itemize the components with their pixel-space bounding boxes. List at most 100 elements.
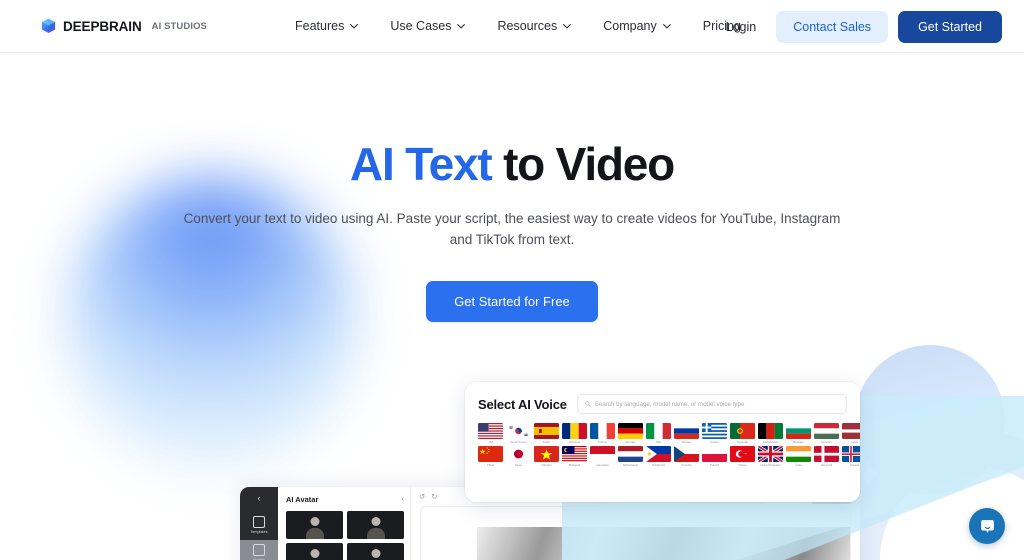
flag-option[interactable]: Iceland: [842, 446, 860, 466]
nav-item-company[interactable]: Company: [587, 13, 687, 39]
flag-label: Latvia: [850, 440, 859, 444]
intercom-launcher-button[interactable]: [969, 508, 1005, 544]
canvas-preview-image: [477, 527, 850, 560]
contact-sales-button[interactable]: Contact Sales: [776, 10, 889, 43]
ai-avatar-title: AI Avatar: [286, 495, 319, 504]
get-started-button[interactable]: Get Started: [898, 10, 1002, 43]
flag-option[interactable]: Philippines: [646, 446, 671, 466]
nav-item-use-cases[interactable]: Use Cases: [374, 13, 481, 39]
voice-panel-title: Select AI Voice: [478, 396, 567, 412]
page-title-rest: to Video: [491, 138, 675, 190]
redo-icon[interactable]: ↻: [431, 492, 437, 501]
flag-option[interactable]: Latvia: [842, 423, 860, 443]
flag-option[interactable]: Denmark: [814, 446, 839, 466]
page-title-highlight: AI Text: [349, 138, 493, 190]
flag-icon: [646, 423, 671, 439]
flag-option[interactable]: Indonesia: [590, 446, 615, 466]
chevron-left-icon[interactable]: ‹: [258, 493, 261, 503]
avatar-thumbnail[interactable]: [286, 543, 343, 560]
brand-suffix: AI STUDIOS: [151, 20, 207, 32]
avatar-thumbnail[interactable]: [286, 511, 343, 539]
flag-option[interactable]: Hungary: [814, 423, 839, 443]
flag-label: Malaysia: [568, 463, 581, 467]
flag-label: Italy: [655, 440, 662, 444]
nav-item-features[interactable]: Features: [279, 13, 374, 39]
models-icon: [253, 544, 265, 556]
flag-label: China: [486, 463, 495, 467]
flag-icon: [618, 423, 643, 439]
flag-option[interactable]: Japan: [506, 446, 531, 466]
flag-icon: [842, 423, 860, 439]
flag-option[interactable]: India: [786, 446, 811, 466]
undo-icon[interactable]: ↺: [419, 492, 425, 501]
flag-option[interactable]: Turkey: [730, 446, 755, 466]
flag-icon: [758, 423, 783, 439]
flag-option[interactable]: Romania: [562, 423, 587, 443]
nav-item-resources[interactable]: Resources: [481, 13, 587, 39]
brand-logo[interactable]: DEEPBRAIN AI STUDIOS: [41, 18, 207, 34]
flag-label: Vietnam: [541, 463, 552, 467]
flag-option[interactable]: Germany: [618, 423, 643, 443]
flag-label: Iceland: [849, 463, 860, 467]
flag-option[interactable]: Afghanistan: [758, 423, 783, 443]
top-navigation-bar: DEEPBRAIN AI STUDIOS Features Use Cases …: [0, 0, 1024, 53]
flag-icon: [730, 423, 755, 439]
flag-option[interactable]: Portugal: [730, 423, 755, 443]
chevron-down-icon: [662, 23, 671, 29]
flag-label: Spain: [542, 440, 551, 444]
flag-icon: [478, 446, 503, 463]
avatar-thumbnail[interactable]: [347, 511, 404, 539]
flag-option[interactable]: Greece: [702, 423, 727, 443]
flag-label: Portugal: [737, 440, 748, 444]
flag-option[interactable]: South Korea: [506, 423, 531, 443]
nav-links: Features Use Cases Resources Company Pri…: [279, 13, 757, 39]
flag-option[interactable]: USA: [478, 423, 503, 443]
flag-option[interactable]: Bulgaria: [786, 423, 811, 443]
editor-canvas[interactable]: Select AI Voice: [421, 507, 850, 560]
flag-label: United Kingdom: [760, 463, 781, 467]
flag-option[interactable]: Italy: [646, 423, 671, 443]
editor-left-rail: ‹ Templates Models: [240, 487, 278, 560]
search-icon: [585, 401, 591, 407]
landing-page: DEEPBRAIN AI STUDIOS Features Use Cases …: [0, 0, 1024, 560]
flag-label: India: [795, 463, 802, 467]
flag-option[interactable]: Malaysia: [562, 446, 587, 466]
flag-option[interactable]: France: [590, 423, 615, 443]
rail-item-templates[interactable]: Templates: [240, 512, 278, 537]
flag-option[interactable]: Czechia: [674, 446, 699, 466]
chevron-left-icon[interactable]: ‹: [402, 496, 404, 503]
flag-icon: [478, 423, 503, 439]
nav-item-label: Company: [603, 19, 657, 33]
flag-option[interactable]: Netherlands: [618, 446, 643, 466]
flag-grid: USA South Korea Spain Romania France Germany…: [478, 423, 860, 467]
flag-icon: [814, 423, 839, 439]
flag-option[interactable]: Russia: [674, 423, 699, 443]
get-started-for-free-button[interactable]: Get Started for Free: [426, 281, 598, 323]
flag-option[interactable]: China: [478, 446, 503, 466]
flag-label: Romania: [568, 440, 581, 444]
rail-item-models[interactable]: Models: [240, 540, 278, 560]
flag-icon: [646, 446, 671, 463]
rail-item-label: Templates: [250, 530, 268, 534]
brand-name: DEEPBRAIN: [63, 18, 142, 34]
ai-avatar-panel-header: AI Avatar ‹: [286, 495, 404, 504]
flag-label: South Korea: [510, 440, 527, 444]
flag-option[interactable]: Poland: [702, 446, 727, 466]
flag-option[interactable]: Vietnam: [534, 446, 559, 466]
flag-label: Germany: [624, 440, 637, 444]
templates-icon: [253, 516, 265, 528]
voice-search-field[interactable]: Search by language, model name, or model…: [576, 394, 847, 414]
flag-option[interactable]: United Kingdom: [758, 446, 783, 466]
flag-option[interactable]: Spain: [534, 423, 559, 443]
flag-label: Indonesia: [596, 463, 609, 467]
flag-label: Netherlands: [622, 463, 639, 467]
flag-label: Czechia: [681, 463, 692, 467]
login-link[interactable]: Login: [716, 14, 767, 40]
chevron-down-icon: [563, 23, 572, 29]
flag-icon: [786, 446, 811, 463]
avatar-thumbnail[interactable]: [347, 543, 404, 560]
flag-icon: [786, 423, 811, 439]
flag-icon: [590, 446, 615, 463]
hero-cta-container: Get Started for Free: [0, 281, 1024, 323]
nav-item-label: Features: [295, 19, 345, 33]
